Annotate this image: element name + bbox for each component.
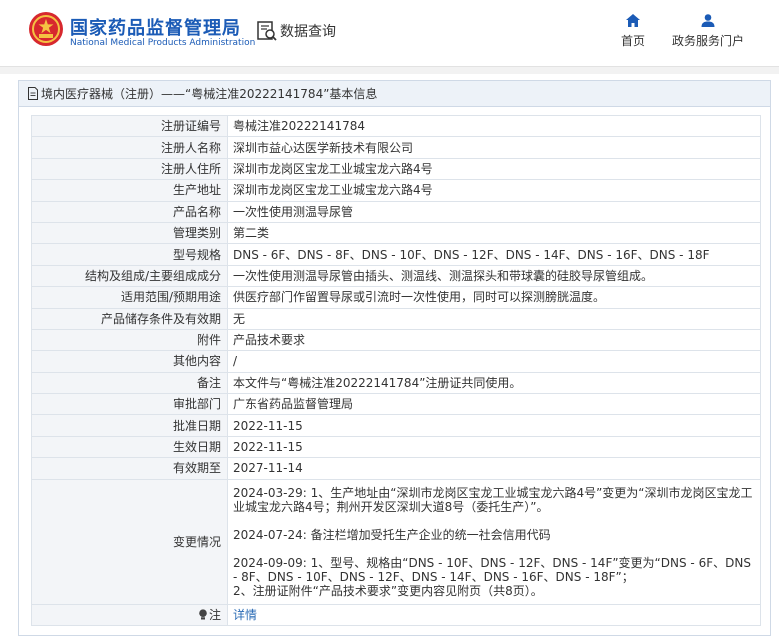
table-row: 产品名称 一次性使用测温导尿管 [31,200,761,223]
user-icon [701,14,715,27]
field-label: 生效日期 [31,435,228,459]
table-row: 生产地址 深圳市龙岗区宝龙工业城宝龙六路4号 [31,179,761,202]
field-value: 深圳市龙岗区宝龙工业城宝龙六路4号 [227,179,761,202]
field-value: 本文件与“粤械注准20222141784”注册证共同使用。 [227,371,761,395]
table-row: 型号规格 DNS - 6F、DNS - 8F、DNS - 10F、DNS - 12… [31,243,761,266]
field-label: 有效期至 [31,457,228,480]
note-label-cell: 注 [31,603,228,627]
field-label: 备注 [31,371,228,395]
field-value: 2022-11-15 [227,414,761,437]
field-label: 产品名称 [31,200,228,223]
field-value: 深圳市益心达医学新技术有限公司 [227,136,761,159]
change-spacer [233,514,755,528]
table-row: 产品储存条件及有效期无 [31,307,761,330]
table-row: 批准日期 2022-11-15 [31,414,761,437]
note-value-cell: 详情 [227,603,761,627]
field-value: 无 [227,307,761,330]
panel-title: 境内医疗器械（注册）——“粤械注准20222141784”基本信息 [41,87,378,101]
table-row: 审批部门 广东省药品监督管理局 [31,393,761,416]
header-divider-band [0,66,779,74]
details-link[interactable]: 详情 [233,608,257,622]
field-label: 管理类别 [31,221,228,245]
change-history-label: 变更情况 [31,478,228,605]
table-row-change-history: 变更情况 2024-03-29: 1、生产地址由“深圳市龙岗区宝龙工业城宝龙六路4… [31,478,761,605]
change-history-value: 2024-03-29: 1、生产地址由“深圳市龙岗区宝龙工业城宝龙六路4号”变更… [227,478,761,605]
field-label: 产品储存条件及有效期 [31,307,228,330]
table-row: 附件 产品技术要求 [31,328,761,352]
field-value: 产品技术要求 [227,328,761,352]
field-value: 2027-11-14 [227,457,761,480]
nav-service-portal[interactable]: 政务服务门户 [670,14,746,49]
field-label: 注册人住所 [31,157,228,181]
field-value: 粤械注准20222141784 [227,114,761,138]
field-value: 2022-11-15 [227,435,761,459]
field-value: 深圳市龙岗区宝龙工业城宝龙六路4号 [227,157,761,181]
data-query-link[interactable]: 数据查询 [256,20,336,42]
home-icon [626,14,640,27]
field-value: 第二类 [227,221,761,245]
change-entry: 2024-03-29: 1、生产地址由“深圳市龙岗区宝龙工业城宝龙六路4号”变更… [233,485,753,514]
table-row: 注册证编号 粤械注准20222141784 [31,114,761,138]
record-panel: 境内医疗器械（注册）——“粤械注准20222141784”基本信息 注册证编号粤… [18,80,771,636]
field-label: 生产地址 [31,179,228,202]
nav-home-label: 首页 [620,34,645,48]
field-value: 供医疗部门作留置导尿或引流时一次性使用，同时可以探测膀胱温度。 [227,286,761,309]
field-label: 附件 [31,328,228,352]
field-label: 注册证编号 [31,114,228,138]
field-value: 广东省药品监督管理局 [227,393,761,416]
data-query-label: 数据查询 [280,24,336,40]
record-detail-table: 注册证编号 粤械注准20222141784 注册人名称 深圳市益心达医学新技术有限公司… [31,114,761,627]
table-row: 生效日期 2022-11-15 [31,435,761,459]
field-label: 审批部门 [31,393,228,416]
bulb-icon [199,609,207,620]
table-row: 注册人住所 深圳市龙岗区宝龙工业城宝龙六路4号 [31,157,761,181]
table-row: 适用范围/预期用途 供医疗部门作留置导尿或引流时一次性使用，同时可以探测膀胱温度。 [31,286,761,309]
table-row: 其他内容 / [31,350,761,373]
table-row: 注册人名称 深圳市益心达医学新技术有限公司 [31,136,761,159]
field-value: DNS - 6F、DNS - 8F、DNS - 10F、DNS - 12F、DN… [227,243,761,266]
field-label: 型号规格 [31,243,228,266]
field-value: / [227,350,761,373]
field-value: 一次性使用测温导尿管由插头、测温线、测温探头和带球囊的硅胶导尿管组成。 [227,264,761,288]
field-label: 适用范围/预期用途 [31,286,228,309]
field-label: 批准日期 [31,414,228,437]
note-label: 注 [208,607,221,622]
change-spacer [233,542,755,556]
field-label: 注册人名称 [31,136,228,159]
org-name-en: National Medical Products Administration [70,38,256,48]
table-row: 管理类别 第二类 [31,221,761,245]
org-name: 国家药品监督管理局 [70,18,241,39]
table-row: 备注 本文件与“粤械注准20222141784”注册证共同使用。 [31,371,761,395]
change-entry: 2024-07-24: 备注栏增加受托生产企业的统一社会信用代码 [233,527,551,542]
national-emblem-logo [29,12,63,46]
document-icon [28,87,38,100]
field-label: 其他内容 [31,350,228,373]
change-entry: 2024-09-09: 1、型号、规格由“DNS - 10F、DNS - 12F… [233,555,751,598]
data-query-icon [257,21,277,41]
field-value: 一次性使用测温导尿管 [227,200,761,223]
nav-home[interactable]: 首页 [618,14,648,49]
field-label: 结构及组成/主要组成成分 [31,264,228,288]
table-row: 结构及组成/主要组成成分 一次性使用测温导尿管由插头、测温线、测温探头和带球囊的硅… [31,264,761,288]
table-row: 有效期至 2027-11-14 [31,457,761,480]
panel-title-bar: 境内医疗器械（注册）——“粤械注准20222141784”基本信息 [19,81,770,107]
site-header: 国家药品监督管理局 National Medical Products Admi… [0,0,779,66]
nav-service-portal-label: 政务服务门户 [671,34,744,48]
table-row-note: 注详情 [31,603,761,627]
